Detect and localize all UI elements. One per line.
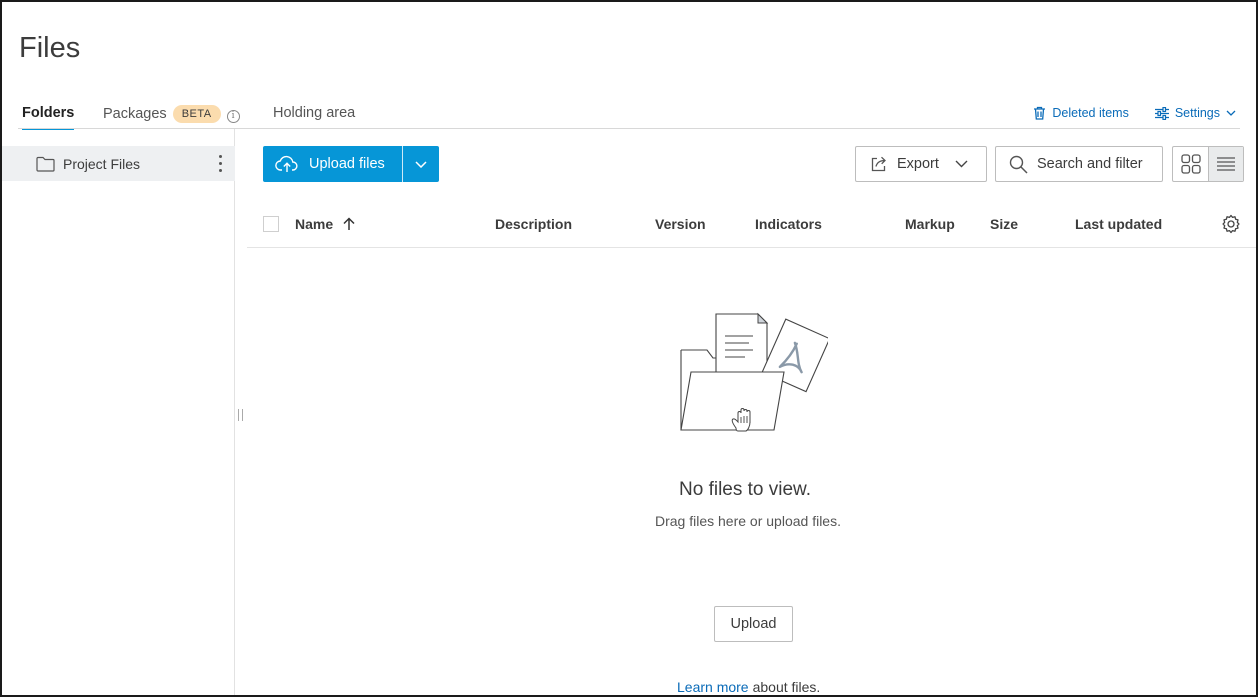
column-header-markup[interactable]: Markup <box>905 216 955 232</box>
learn-more-text: Learn more about files. <box>677 679 820 695</box>
export-label: Export <box>897 156 939 172</box>
folder-icon <box>36 156 55 172</box>
export-icon <box>871 156 886 172</box>
tab-holding-area[interactable]: Holding area <box>273 98 373 130</box>
more-options-icon[interactable] <box>217 155 223 172</box>
column-header-size[interactable]: Size <box>990 216 1018 232</box>
search-and-filter-label: Search and filter <box>1037 156 1143 172</box>
grid-view-button[interactable] <box>1173 147 1208 181</box>
tab-holding-area-label: Holding area <box>273 105 356 121</box>
sort-ascending-icon <box>343 217 355 230</box>
tab-packages[interactable]: Packages BETA i <box>103 98 243 130</box>
settings-link[interactable]: Settings <box>1154 106 1236 120</box>
search-icon <box>1009 155 1028 174</box>
info-icon[interactable]: i <box>226 110 240 123</box>
sidebar-resize-handle[interactable] <box>238 409 243 421</box>
deleted-items-link[interactable]: Deleted items <box>1033 106 1129 120</box>
grid-icon <box>1180 154 1201 174</box>
upload-button[interactable]: Upload <box>714 606 793 642</box>
chevron-down-icon <box>955 160 968 168</box>
column-header-description[interactable]: Description <box>495 216 572 232</box>
tab-folders[interactable]: Folders <box>22 98 74 130</box>
sidebar-item-label: Project Files <box>63 155 141 172</box>
column-header-version[interactable]: Version <box>655 216 706 232</box>
column-header-name[interactable]: Name <box>295 216 355 232</box>
search-and-filter-button[interactable]: Search and filter <box>995 146 1163 182</box>
list-view-button[interactable] <box>1208 147 1243 181</box>
table-header: Name Description Version Indicators Mark… <box>247 204 1256 248</box>
trash-icon <box>1034 106 1046 120</box>
beta-badge: BETA <box>172 105 221 123</box>
header-links: Deleted items Settings <box>1033 106 1236 120</box>
column-header-last-updated[interactable]: Last updated <box>1075 216 1162 232</box>
upload-split-divider <box>402 146 403 182</box>
files-page: Files Folders Packages BETA i Holding area… <box>0 0 1258 697</box>
learn-more-rest: about files. <box>752 679 821 695</box>
column-header-label: Name <box>295 216 334 232</box>
column-header-indicators[interactable]: Indicators <box>755 216 822 232</box>
upload-files-button: Upload files <box>263 146 439 182</box>
select-all-checkbox[interactable] <box>263 216 279 232</box>
empty-state-subtitle: Drag files here or upload files. <box>655 513 841 529</box>
empty-state-title: No files to view. <box>679 479 811 500</box>
upload-files-main[interactable]: Upload files <box>263 146 402 182</box>
folder-sidebar: Project Files <box>2 129 235 695</box>
cloud-upload-icon <box>275 155 298 172</box>
tab-packages-label: Packages <box>103 106 167 122</box>
deleted-items-label: Deleted items <box>1052 106 1129 120</box>
list-icon <box>1217 157 1235 171</box>
chevron-down-icon <box>415 160 427 168</box>
page-title: Files <box>19 32 81 64</box>
upload-files-label: Upload files <box>309 156 385 172</box>
sidebar-item-project-files[interactable]: Project Files <box>2 146 235 181</box>
tab-folders-label: Folders <box>22 105 75 121</box>
chevron-down-icon <box>1226 110 1236 116</box>
settings-label: Settings <box>1174 106 1220 120</box>
learn-more-link[interactable]: Learn more <box>677 679 749 695</box>
sliders-icon <box>1154 106 1169 120</box>
gear-icon[interactable] <box>1221 214 1241 234</box>
view-toggle <box>1172 146 1244 182</box>
upload-dropdown-button[interactable] <box>403 146 439 182</box>
empty-folder-illustration <box>680 312 828 432</box>
export-button[interactable]: Export <box>855 146 987 182</box>
